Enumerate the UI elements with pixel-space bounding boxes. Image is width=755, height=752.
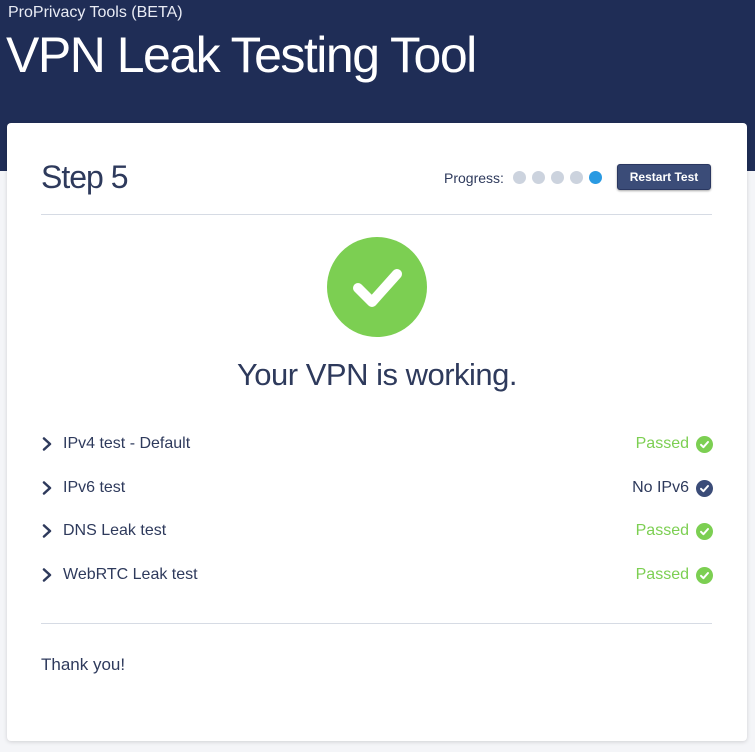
chevron-right-icon <box>41 479 59 497</box>
progress-dot <box>551 171 564 184</box>
test-status: Passed <box>636 566 713 584</box>
chevron-right-icon <box>41 435 59 453</box>
test-row-ipv4[interactable]: IPv4 test - Default Passed <box>41 431 713 457</box>
checkmark-circle-icon <box>327 237 427 337</box>
header-subtitle: ProPrivacy Tools (BETA) <box>8 4 183 21</box>
test-name: DNS Leak test <box>63 522 167 539</box>
test-status: Passed <box>636 522 713 540</box>
divider <box>41 623 712 624</box>
thank-you-text: Thank you! <box>41 655 126 674</box>
test-status: No IPv6 <box>632 479 713 497</box>
step-title: Step 5 <box>41 159 129 195</box>
result-headline: Your VPN is working. <box>236 357 518 392</box>
progress-dot-active <box>589 171 602 184</box>
check-circle-icon <box>696 566 713 584</box>
progress-dot <box>570 171 583 184</box>
progress-dot <box>513 171 526 184</box>
restart-test-button[interactable]: Restart Test <box>617 164 711 190</box>
check-circle-icon <box>696 435 713 453</box>
chevron-right-icon <box>41 566 59 584</box>
check-circle-icon <box>696 522 713 540</box>
page-title: VPN Leak Testing Tool <box>6 27 477 83</box>
test-name: IPv6 test <box>63 479 126 496</box>
test-status-label: No IPv6 <box>632 479 689 496</box>
test-name: IPv4 test - Default <box>63 435 191 452</box>
test-name: WebRTC Leak test <box>63 566 198 583</box>
test-status-label: Passed <box>635 435 689 452</box>
progress-dot <box>532 171 545 184</box>
test-status-label: Passed <box>635 522 689 539</box>
divider <box>41 214 712 215</box>
chevron-right-icon <box>41 522 59 540</box>
check-circle-icon <box>696 479 713 497</box>
progress-label: Progress: <box>444 170 504 186</box>
test-row-webrtc-leak[interactable]: WebRTC Leak test Passed <box>41 562 713 588</box>
test-card: Step 5 Progress: Restart Test Your VPN i… <box>7 123 747 741</box>
progress-indicator <box>513 171 602 184</box>
test-row-dns-leak[interactable]: DNS Leak test Passed <box>41 518 713 544</box>
test-row-ipv6[interactable]: IPv6 test No IPv6 <box>41 475 713 501</box>
test-status-label: Passed <box>635 566 689 583</box>
test-status: Passed <box>636 435 713 453</box>
